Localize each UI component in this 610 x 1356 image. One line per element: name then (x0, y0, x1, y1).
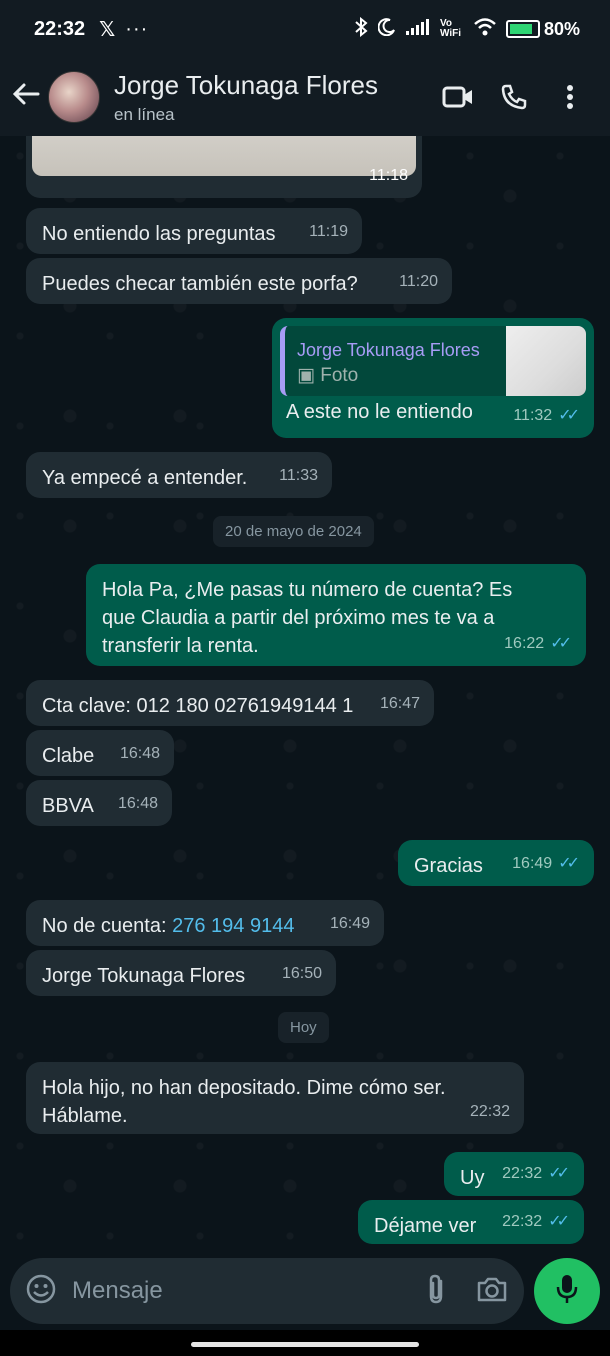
status-bar: 22:32 𝕏 ··· Vo WiFi 80% (0, 0, 610, 58)
date-separator: Hoy (278, 1012, 329, 1043)
home-gesture-handle[interactable] (191, 1342, 419, 1347)
message-time: 11:19 (309, 223, 348, 240)
date-separator: 20 de mayo de 2024 (213, 516, 374, 547)
message-text-line: Háblame. (42, 1105, 128, 1127)
message-text: Cta clave: 012 180 02761949144 1 (42, 695, 354, 717)
mic-button[interactable] (534, 1258, 600, 1324)
message-composer[interactable]: Mensaje (10, 1258, 524, 1324)
more-notifications-icon: ··· (125, 17, 149, 40)
message-outgoing-reply[interactable]: Jorge Tokunaga Flores ▣ Foto A este no l… (272, 318, 594, 438)
mic-icon (556, 1273, 578, 1310)
video-call-icon[interactable] (430, 72, 486, 122)
account-number-link[interactable]: 276 194 9144 (172, 915, 294, 937)
voice-call-icon[interactable] (486, 72, 542, 122)
message-outgoing[interactable]: Uy 22:32 ✓✓ (444, 1152, 584, 1196)
message-meta: 16:22 ✓✓ (504, 630, 572, 658)
emoji-icon[interactable] (26, 1274, 56, 1309)
read-receipt-icon: ✓✓ (548, 1165, 570, 1182)
chat-header: Jorge Tokunaga Flores en línea (0, 58, 610, 136)
quoted-message[interactable]: Jorge Tokunaga Flores ▣ Foto (280, 326, 586, 396)
message-text: BBVA (42, 795, 94, 817)
message-time: 11:20 (399, 273, 438, 290)
message-text-line: Hola hijo, no han depositado. Dime cómo … (42, 1077, 446, 1099)
photo-icon: ▣ (297, 365, 315, 386)
x-app-icon: 𝕏 (99, 18, 116, 41)
message-time: 22:32 (502, 1165, 543, 1182)
message-text: Déjame ver (374, 1215, 477, 1237)
message-text-line: Hola Pa, ¿Me pasas tu número de cuenta? … (102, 579, 513, 601)
message-incoming[interactable]: No de cuenta: 276 194 9144 16:49 (26, 900, 384, 946)
more-vert-icon[interactable] (542, 72, 598, 122)
message-incoming[interactable]: BBVA 16:48 (26, 780, 172, 826)
message-text: No entiendo las preguntas (42, 223, 276, 245)
quoted-thumbnail (506, 326, 586, 396)
contact-status: en línea (114, 104, 175, 124)
do-not-disturb-icon (377, 17, 396, 41)
wifi-icon (474, 17, 496, 41)
message-text: Ya empecé a entender. (42, 467, 248, 489)
message-time: 16:48 (117, 795, 158, 812)
quoted-sender: Jorge Tokunaga Flores (297, 340, 480, 360)
image-message[interactable]: 11:18 (26, 136, 422, 198)
bluetooth-icon (354, 16, 368, 42)
read-receipt-icon: ✓✓ (558, 855, 580, 872)
message-incoming[interactable]: Hola hijo, no han depositado. Dime cómo … (26, 1062, 524, 1134)
message-time: 16:49 (329, 915, 370, 932)
message-outgoing[interactable]: Déjame ver 22:32 ✓✓ (358, 1200, 584, 1244)
signal-icon (405, 18, 430, 40)
message-text: Clabe (42, 745, 95, 767)
message-text: Uy (460, 1167, 485, 1189)
message-incoming[interactable]: Cta clave: 012 180 02761949144 1 16:47 (26, 680, 434, 726)
system-nav-bar (0, 1330, 610, 1356)
message-incoming[interactable]: No entiendo las preguntas 11:19 (26, 208, 362, 254)
message-incoming[interactable]: Jorge Tokunaga Flores 16:50 (26, 950, 336, 996)
message-text: Puedes checar también este porfa? (42, 273, 358, 295)
quoted-type: ▣ Foto (297, 362, 358, 390)
message-meta: 11:32 ✓✓ (513, 402, 580, 430)
message-incoming[interactable]: Ya empecé a entender. 11:33 (26, 452, 332, 498)
camera-icon[interactable] (476, 1275, 508, 1308)
contact-name: Jorge Tokunaga Flores (114, 69, 379, 100)
volte-wifi-label: Vo WiFi (439, 18, 461, 39)
message-time: 11:32 (513, 407, 553, 424)
message-outgoing[interactable]: Gracias 16:49 ✓✓ (398, 840, 594, 886)
message-meta: 22:32 ✓✓ (502, 1160, 570, 1188)
message-incoming[interactable]: Clabe 16:48 (26, 730, 174, 776)
message-outgoing[interactable]: Hola Pa, ¿Me pasas tu número de cuenta? … (86, 564, 586, 666)
read-receipt-icon: ✓✓ (550, 635, 572, 652)
read-receipt-icon: ✓✓ (548, 1213, 570, 1230)
message-input[interactable]: Mensaje (72, 1277, 426, 1305)
message-time: 11:18 (369, 167, 408, 184)
chat-area[interactable]: 11:18 No entiendo las preguntas 11:19 Pu… (0, 136, 610, 1256)
message-time: 16:22 (504, 635, 545, 652)
message-time: 16:47 (379, 695, 420, 712)
message-text: Gracias (414, 855, 483, 877)
quoted-type-label: Foto (320, 365, 359, 386)
back-arrow-icon[interactable] (12, 80, 42, 114)
message-time: 16:49 (512, 855, 553, 872)
message-time: 16:50 (281, 965, 322, 982)
battery-icon (505, 20, 540, 38)
contact-avatar[interactable] (48, 71, 100, 123)
message-text-line: transferir la renta. (102, 635, 259, 657)
message-time: 11:33 (279, 467, 318, 484)
message-text: A este no le entiendo (286, 401, 473, 423)
message-text-line: que Claudia a partir del próximo mes te … (102, 607, 495, 629)
message-time: 22:32 (469, 1103, 510, 1120)
message-meta: 16:49 ✓✓ (512, 850, 580, 878)
status-time: 22:32 (34, 17, 86, 40)
battery-indicator: 80% (505, 18, 580, 40)
read-receipt-icon: ✓✓ (558, 407, 580, 424)
message-meta: 22:32 ✓✓ (502, 1208, 570, 1236)
attach-icon[interactable] (426, 1273, 446, 1310)
battery-level: 80% (543, 18, 580, 39)
contact-info[interactable]: Jorge Tokunaga Flores en línea (114, 70, 430, 125)
message-time: 22:32 (502, 1213, 543, 1230)
photo-attachment[interactable] (32, 136, 416, 176)
message-time: 16:48 (119, 745, 160, 762)
message-text-prefix: No de cuenta: (42, 915, 173, 937)
message-incoming[interactable]: Puedes checar también este porfa? 11:20 (26, 258, 452, 304)
message-text: Jorge Tokunaga Flores (42, 965, 246, 987)
